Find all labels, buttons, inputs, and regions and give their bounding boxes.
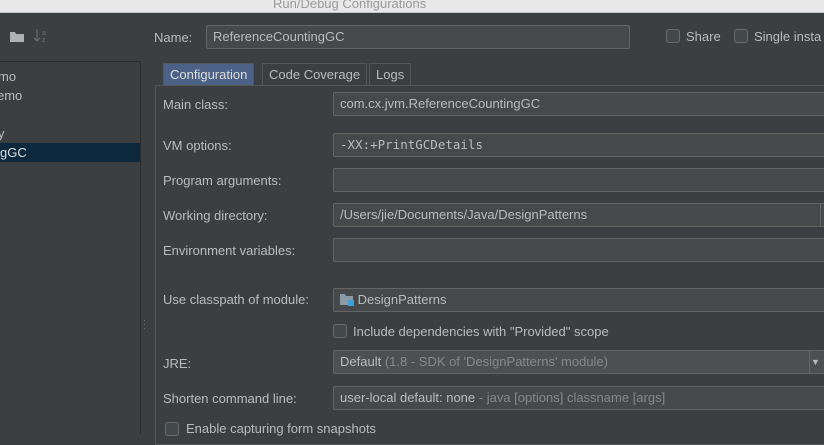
sort-alphabetically-icon[interactable]: az <box>34 28 48 44</box>
classpath-module-value: DesignPatterns <box>357 292 447 307</box>
jre-select[interactable]: Default (1.8 - SDK of 'DesignPatterns' m… <box>333 350 824 374</box>
config-tree: mo emo y gGC <box>0 61 141 434</box>
module-folder-icon <box>340 294 354 306</box>
vm-options-label: VM options: <box>163 138 232 153</box>
dropdown-arrow-icon[interactable]: ▼ <box>820 204 824 226</box>
folder-icon[interactable] <box>10 31 24 42</box>
tab-configuration[interactable]: Configuration <box>163 63 255 85</box>
working-directory-value: /Users/jie/Documents/Java/DesignPatterns <box>340 207 588 222</box>
classpath-module-select[interactable]: DesignPatterns <box>333 288 824 312</box>
classpath-module-label: Use classpath of module: <box>163 292 309 307</box>
title-bar: Run/Debug Configurations <box>0 0 824 13</box>
config-tree-panel: az mo emo y gGC <box>0 14 141 434</box>
dropdown-arrow-icon[interactable]: ▼ <box>809 351 821 373</box>
shorten-command-line-hint: - java [options] classname [args] <box>478 390 666 405</box>
name-input[interactable]: ReferenceCountingGC <box>206 25 630 49</box>
environment-variables-label: Environment variables: <box>163 243 296 258</box>
single-instance-label: Single insta <box>754 29 822 44</box>
main-class-label: Main class: <box>163 97 229 112</box>
program-arguments-label: Program arguments: <box>163 173 282 188</box>
working-directory-label: Working directory: <box>163 208 268 223</box>
tree-item[interactable]: emo <box>0 86 137 105</box>
environment-variables-input[interactable] <box>333 238 824 262</box>
tab-code-coverage[interactable]: Code Coverage <box>262 63 368 85</box>
tab-logs[interactable]: Logs <box>369 63 412 85</box>
main-class-input[interactable]: com.cx.jvm.ReferenceCountingGC <box>333 92 824 116</box>
jre-hint: (1.8 - SDK of 'DesignPatterns' module) <box>384 354 608 369</box>
svg-text:a: a <box>42 30 46 37</box>
vm-options-input[interactable]: -XX:+PrintGCDetails <box>333 133 824 157</box>
include-provided-checkbox[interactable] <box>333 324 347 338</box>
shorten-command-line-select[interactable]: user-local default: none - java [options… <box>333 386 824 410</box>
shorten-command-line-value: user-local default: none <box>340 390 476 405</box>
name-label: Name: <box>154 30 193 45</box>
tree-toolbar: az <box>0 24 141 48</box>
jre-label: JRE: <box>163 356 192 371</box>
svg-text:z: z <box>42 37 46 44</box>
shorten-command-line-label: Shorten command line: <box>163 391 297 406</box>
jre-value: Default <box>340 354 382 369</box>
tree-item-selected[interactable]: gGC <box>0 143 140 162</box>
tree-item[interactable]: mo <box>0 67 138 86</box>
tree-item[interactable]: y <box>0 124 138 143</box>
working-directory-input[interactable]: /Users/jie/Documents/Java/DesignPatterns… <box>333 203 824 227</box>
include-provided-label: Include dependencies with "Provided" sco… <box>353 324 609 339</box>
program-arguments-input[interactable] <box>333 168 824 192</box>
splitter-handle[interactable]: · · · <box>143 316 146 333</box>
share-checkbox[interactable] <box>666 29 680 43</box>
window-title: Run/Debug Configurations <box>273 0 427 11</box>
single-instance-checkbox[interactable] <box>734 29 748 43</box>
share-label: Share <box>686 29 721 44</box>
